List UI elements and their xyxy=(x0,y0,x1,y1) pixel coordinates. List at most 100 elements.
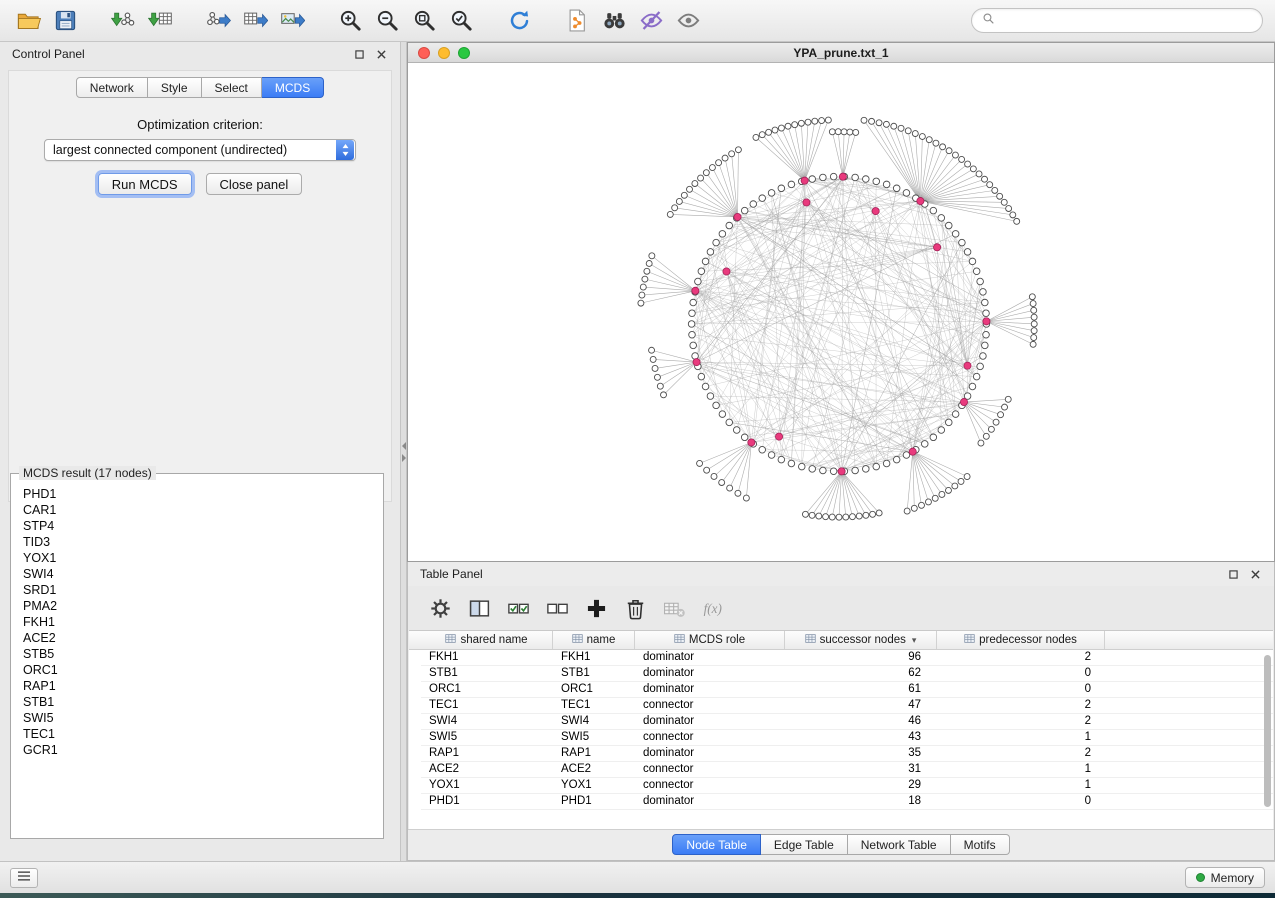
mcds-result-item[interactable]: CAR1 xyxy=(23,502,381,518)
deselect-all-rows-button[interactable] xyxy=(543,594,571,622)
task-history-button[interactable] xyxy=(10,868,38,888)
window-close-icon[interactable] xyxy=(418,47,430,59)
table-tab-network-table[interactable]: Network Table xyxy=(848,834,951,855)
mcds-result-item[interactable]: SWI4 xyxy=(23,566,381,582)
mcds-result-item[interactable]: GCR1 xyxy=(23,742,381,758)
mcds-result-item[interactable]: TID3 xyxy=(23,534,381,550)
float-table-panel-icon[interactable] xyxy=(1226,567,1240,581)
dropdown-stepper-icon xyxy=(336,140,354,160)
show-hide-columns-button[interactable] xyxy=(465,594,493,622)
tab-select[interactable]: Select xyxy=(202,77,262,98)
column-header-shared-name[interactable]: shared name xyxy=(421,631,553,649)
table-tab-edge-table[interactable]: Edge Table xyxy=(761,834,848,855)
create-new-column-button[interactable] xyxy=(582,594,610,622)
mcds-result-item[interactable]: RAP1 xyxy=(23,678,381,694)
window-minimize-icon[interactable] xyxy=(438,47,450,59)
table-row[interactable]: ACE2ACE2connector311 xyxy=(421,762,1273,778)
panel-splitter[interactable] xyxy=(400,42,407,861)
mcds-result-item[interactable]: SRD1 xyxy=(23,582,381,598)
table-row[interactable]: YOX1YOX1connector291 xyxy=(421,778,1273,794)
select-all-rows-button[interactable] xyxy=(504,594,532,622)
network-canvas[interactable] xyxy=(408,63,1274,561)
column-header-name[interactable]: name xyxy=(553,631,635,649)
refresh-view-button[interactable] xyxy=(503,5,535,37)
import-table-from-file-button[interactable] xyxy=(144,5,176,37)
show-graphics-details-button[interactable] xyxy=(672,5,704,37)
tab-mcds[interactable]: MCDS xyxy=(262,77,324,98)
close-panel-icon[interactable] xyxy=(374,47,388,61)
network-window-title: YPA_prune.txt_1 xyxy=(793,46,888,60)
table-cell-filler xyxy=(1105,714,1273,729)
table-row[interactable]: SWI5SWI5connector431 xyxy=(421,730,1273,746)
export-network-button[interactable] xyxy=(202,5,234,37)
mcds-result-item[interactable]: TEC1 xyxy=(23,726,381,742)
mcds-result-item[interactable]: STB5 xyxy=(23,646,381,662)
zoom-selected-region-button[interactable] xyxy=(445,5,477,37)
mcds-result-item[interactable]: STB1 xyxy=(23,694,381,710)
table-tab-node-table[interactable]: Node Table xyxy=(672,834,761,855)
export-table-button[interactable] xyxy=(239,5,271,37)
mcds-result-item[interactable]: SWI5 xyxy=(23,710,381,726)
table-tab-motifs[interactable]: Motifs xyxy=(951,834,1010,855)
table-row[interactable]: FKH1FKH1dominator962 xyxy=(421,650,1273,666)
toolbar-separator xyxy=(540,20,556,21)
eye-icon xyxy=(676,8,701,33)
run-mcds-button[interactable]: Run MCDS xyxy=(98,173,192,195)
delete-columns-button[interactable] xyxy=(621,594,649,622)
zoom-in-button[interactable] xyxy=(334,5,366,37)
mcds-result-list[interactable]: PHD1CAR1STP4TID3YOX1SWI4SRD1PMA2FKH1ACE2… xyxy=(13,482,381,836)
network-window: YPA_prune.txt_1 xyxy=(407,42,1275,562)
trash-icon xyxy=(624,597,647,620)
table-row[interactable]: RAP1RAP1dominator352 xyxy=(421,746,1273,762)
search-input[interactable] xyxy=(1001,14,1253,28)
zoom-out-button[interactable] xyxy=(371,5,403,37)
table-cell-filler xyxy=(1105,778,1273,793)
mcds-result-item[interactable]: YOX1 xyxy=(23,550,381,566)
mcds-result-item[interactable]: PMA2 xyxy=(23,598,381,614)
table-body: FKH1FKH1dominator962STB1STB1dominator620… xyxy=(409,650,1273,810)
column-header-successor-nodes[interactable]: successor nodes▾ xyxy=(785,631,937,649)
table-row[interactable]: TEC1TEC1connector472 xyxy=(421,698,1273,714)
close-table-panel-icon[interactable] xyxy=(1248,567,1262,581)
table-row[interactable]: ORC1ORC1dominator610 xyxy=(421,682,1273,698)
float-panel-icon[interactable] xyxy=(352,47,366,61)
close-mcds-panel-button[interactable]: Close panel xyxy=(206,173,303,195)
table-cell: 61 xyxy=(785,682,937,697)
tab-network[interactable]: Network xyxy=(76,77,148,98)
memory-button[interactable]: Memory xyxy=(1185,867,1265,888)
mcds-result-item[interactable]: ORC1 xyxy=(23,662,381,678)
table-mode-settings-button[interactable] xyxy=(426,594,454,622)
mcds-result-item[interactable]: FKH1 xyxy=(23,614,381,630)
network-graph[interactable] xyxy=(408,63,1274,561)
mcds-result-item[interactable]: STP4 xyxy=(23,518,381,534)
column-header-predecessor-nodes[interactable]: predecessor nodes xyxy=(937,631,1105,649)
table-cell: connector xyxy=(635,778,785,793)
network-window-titlebar: YPA_prune.txt_1 xyxy=(408,43,1274,63)
table-cell: dominator xyxy=(635,746,785,761)
attribute-grid-icon xyxy=(964,633,975,647)
mcds-result-item[interactable]: ACE2 xyxy=(23,630,381,646)
table-row[interactable]: SWI4SWI4dominator462 xyxy=(421,714,1273,730)
table-row[interactable]: PHD1PHD1dominator180 xyxy=(421,794,1273,810)
optimization-criterion-select[interactable]: largest connected component (undirected) xyxy=(44,139,356,161)
find-button[interactable] xyxy=(598,5,630,37)
export-document-button[interactable] xyxy=(561,5,593,37)
table-row[interactable]: STB1STB1dominator620 xyxy=(421,666,1273,682)
open-session-button[interactable] xyxy=(12,5,44,37)
zoom-fit-content-button[interactable] xyxy=(408,5,440,37)
save-session-button[interactable] xyxy=(49,5,81,37)
column-header-mcds-role[interactable]: MCDS role xyxy=(635,631,785,649)
table-cell: STB1 xyxy=(553,666,635,681)
table-cell: 47 xyxy=(785,698,937,713)
window-maximize-icon[interactable] xyxy=(458,47,470,59)
import-network-from-file-button[interactable] xyxy=(107,5,139,37)
hide-graphics-details-button[interactable] xyxy=(635,5,667,37)
doc-share-icon xyxy=(565,8,590,33)
mcds-result-item[interactable]: PHD1 xyxy=(23,486,381,502)
table-cell: dominator xyxy=(635,794,785,809)
export-image-button[interactable] xyxy=(276,5,308,37)
tab-style[interactable]: Style xyxy=(148,77,202,98)
search-box[interactable] xyxy=(971,8,1263,33)
binoculars-icon xyxy=(602,8,627,33)
table-scrollbar-thumb[interactable] xyxy=(1264,655,1271,807)
